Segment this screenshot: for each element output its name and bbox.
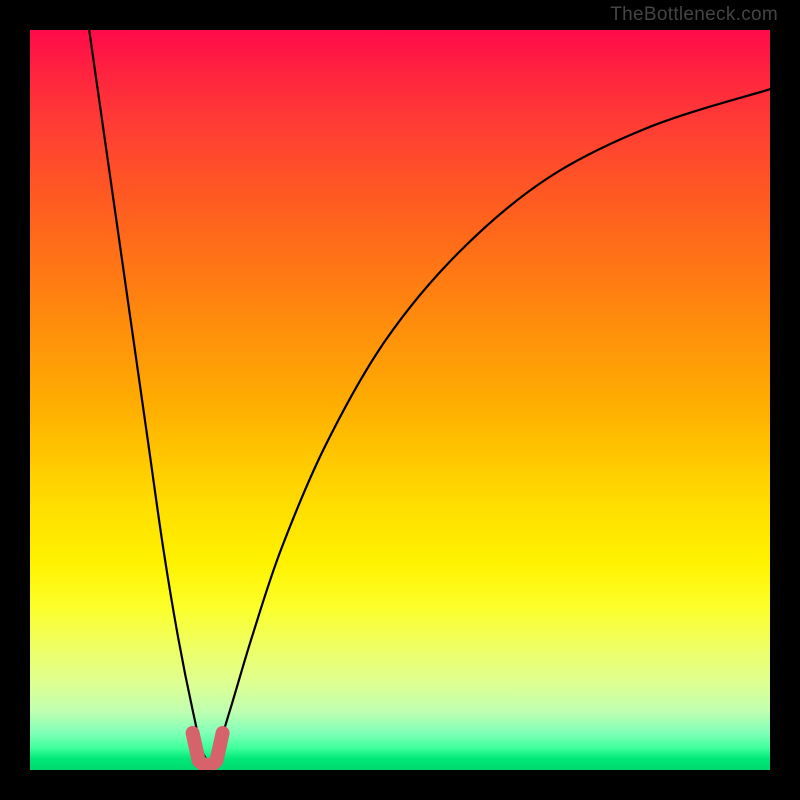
curve-layer: [30, 30, 770, 770]
bottleneck-curve: [89, 30, 770, 761]
chart-frame: TheBottleneck.com: [0, 0, 800, 800]
plot-area: [30, 30, 770, 770]
optimum-marker: [193, 733, 223, 765]
attribution-label: TheBottleneck.com: [610, 4, 778, 26]
